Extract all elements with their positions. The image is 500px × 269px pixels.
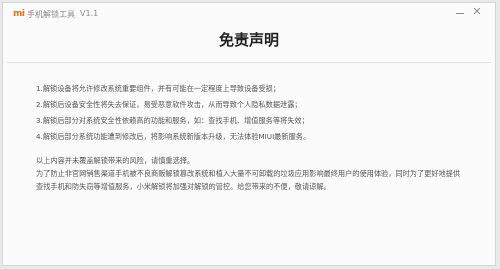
mi-logo: mi [13, 9, 25, 19]
divider [7, 62, 491, 63]
risk-item: 4.解锁后部分系统功能遭到修改后，将影响系统新版本升级，无法体验MIUI最新服务… [36, 132, 311, 141]
risk-item: 1.解锁设备将允许修改系统重要组件，并有可能在一定程度上导致设备受损； [36, 84, 281, 93]
notice-text: 以上内容并未覆盖解锁带来的风险，请慎重选择。 为了防止非官网销售渠道手机被不良商… [36, 154, 466, 193]
notice-line-1: 以上内容并未覆盖解锁带来的风险，请慎重选择。 [36, 156, 195, 165]
app-version: V1.1 [80, 9, 99, 18]
disclaimer-title: 免责声明 [218, 31, 279, 49]
risk-item: 3.解锁后部分对系统安全性依赖高的功能和服务，如：查找手机、增值服务等将失效； [36, 116, 309, 125]
risk-item: 2.解锁后设备安全性将失去保证，易受恶意软件攻击，从而导致个人隐私数据泄露； [36, 100, 302, 109]
close-icon[interactable]: ✕ [471, 6, 483, 18]
risk-list: 1.解锁设备将允许修改系统重要组件，并有可能在一定程度上导致设备受损； 2.解锁… [36, 81, 466, 145]
notice-line-2: 为了防止非官网销售渠道手机被不良商贩解锁篡改系统和植入大量不可卸载的垃圾应用影响… [36, 169, 461, 191]
disclaimer-content: 1.解锁设备将允许修改系统重要组件，并有可能在一定程度上导致设备受损； 2.解锁… [36, 81, 466, 193]
minimize-icon[interactable] [454, 7, 466, 19]
title-bar: mi 手机解锁工具 V1.1 ✕ [3, 3, 495, 25]
app-title: 手机解锁工具 [27, 10, 75, 19]
unlock-tool-window: mi 手机解锁工具 V1.1 ✕ 免责声明 1.解锁设备将允许修改系统重要组件，… [2, 2, 496, 266]
